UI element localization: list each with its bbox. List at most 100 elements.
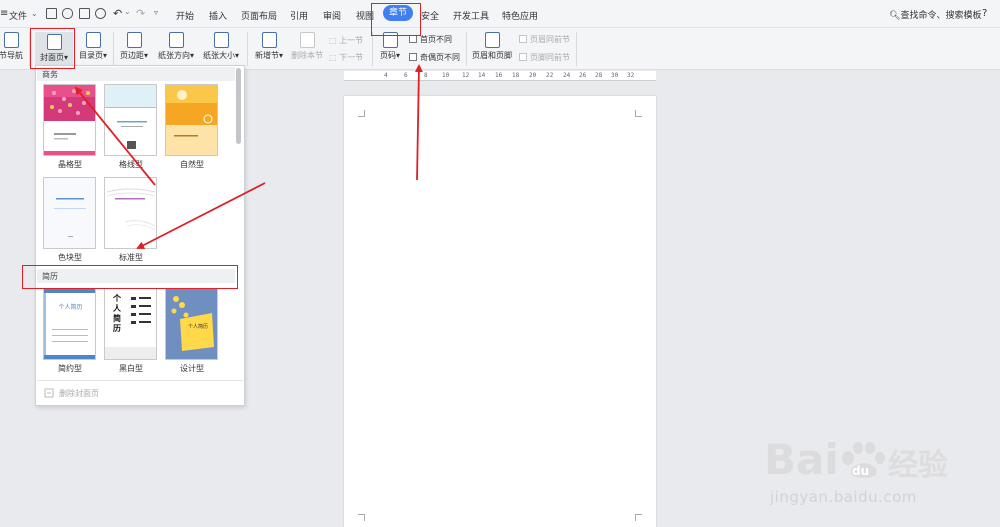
orientation-button[interactable]: 纸张方向▾ <box>155 32 197 61</box>
orientation-icon <box>168 32 184 48</box>
divider <box>466 32 467 66</box>
delete-section-label: 删除本节 <box>291 51 323 60</box>
chevron-down-icon[interactable]: ⌄ <box>124 7 131 16</box>
page-number-label: 页码 <box>379 51 396 60</box>
ruler-tick: 22 <box>546 72 554 79</box>
margins-button[interactable]: 页边距▾ <box>117 32 151 61</box>
tab-security[interactable]: 安全 <box>421 9 439 22</box>
svg-text:du: du <box>852 464 869 478</box>
delete-cover-page-button[interactable]: 删除封面页 <box>37 380 243 404</box>
watermark-url: jingyan.baidu.com <box>770 488 917 506</box>
new-section-button[interactable]: 新增节▾ <box>250 32 288 61</box>
cover-label-standard: 标准型 <box>119 253 143 262</box>
prev-section-label: 上一节 <box>339 36 364 45</box>
save-icon[interactable] <box>46 8 57 19</box>
tab-special-apps[interactable]: 特色应用 <box>502 9 538 22</box>
horizontal-ruler[interactable]: 4 6 8 10 12 14 16 18 20 22 24 26 28 30 3… <box>344 71 656 81</box>
cover-thumb-gridline[interactable] <box>104 84 157 156</box>
chevron-down-icon: ▾ <box>143 51 148 60</box>
ruler-tick: 20 <box>529 72 537 79</box>
help-icon[interactable]: ? <box>982 8 987 19</box>
odd-even-different-checkbox[interactable]: 奇偶页不同 <box>409 52 460 63</box>
annotation-box-section-tab <box>371 3 421 36</box>
chevron-down-icon[interactable]: ⌄ <box>31 9 38 18</box>
section-nav-label: 节导航 <box>0 51 23 60</box>
command-search[interactable]: 🔍︎查找命令、搜索模板 <box>889 8 981 21</box>
annotation-box-resume <box>22 265 238 289</box>
next-section-icon: ⬚ <box>329 53 340 62</box>
footer-same-prev-checkbox[interactable]: 页脚同前节 <box>519 52 570 63</box>
toc-page-button[interactable]: 目录页▾ <box>76 32 110 61</box>
prev-section-icon: ⬚ <box>329 36 340 45</box>
tab-developer[interactable]: 开发工具 <box>453 9 489 22</box>
cover-thumb-black-white-art <box>105 297 156 359</box>
cover-thumb-nature[interactable] <box>165 84 218 156</box>
divider <box>113 32 114 66</box>
prev-section-button[interactable]: ⬚ 上一节 <box>329 35 363 46</box>
cover-thumb-color-block-art <box>44 178 95 248</box>
menu-icon[interactable]: ≡ <box>0 8 8 19</box>
next-section-button[interactable]: ⬚ 下一节 <box>329 52 363 63</box>
header-same-prev-checkbox[interactable]: 页眉同前节 <box>519 34 570 45</box>
tab-home[interactable]: 开始 <box>176 9 194 22</box>
tab-references[interactable]: 引用 <box>290 9 308 22</box>
tab-insert[interactable]: 插入 <box>209 9 227 22</box>
checkbox-box <box>519 53 527 61</box>
cover-thumb-standard[interactable] <box>104 177 157 249</box>
section-nav-icon <box>3 32 19 48</box>
header-footer-label: 页眉和页脚 <box>472 51 512 60</box>
chevron-down-icon: ▾ <box>278 51 283 60</box>
print-preview-icon[interactable] <box>95 8 106 19</box>
paper-size-icon <box>213 32 229 48</box>
delete-cover-page-label: 删除封面页 <box>59 389 99 398</box>
section-nav-button[interactable]: 节导航 <box>0 32 28 61</box>
new-section-label: 新增节 <box>254 51 279 60</box>
first-page-different-label: 首页不同 <box>420 35 452 44</box>
customize-icon[interactable]: ▿ <box>154 8 158 17</box>
gallery-scrollbar[interactable] <box>236 68 241 390</box>
margin-corner-mark <box>635 110 642 117</box>
delete-section-button[interactable]: 删除本节 <box>289 32 325 61</box>
watermark-brand-cn: 经验 <box>888 448 948 483</box>
tab-page-layout[interactable]: 页面布局 <box>241 9 277 22</box>
ruler-tick: 4 <box>384 72 388 79</box>
cover-thumb-color-block[interactable] <box>43 177 96 249</box>
menu-file[interactable]: 文件 <box>9 9 27 22</box>
ruler-tick: 18 <box>512 72 520 79</box>
scrollbar-thumb[interactable] <box>236 68 241 144</box>
margin-corner-mark <box>635 514 642 521</box>
ruler-tick: 30 <box>611 72 619 79</box>
export-icon[interactable] <box>62 8 73 19</box>
tab-review[interactable]: 审阅 <box>323 9 341 22</box>
divider <box>576 32 577 66</box>
cover-thumb-lattice[interactable] <box>43 84 96 156</box>
cover-thumb-standard-art <box>105 178 156 248</box>
ruler-tick: 12 <box>462 72 470 79</box>
paper-size-label: 纸张大小 <box>202 51 235 60</box>
cover-thumb-simple-art <box>44 289 95 359</box>
paper-size-button[interactable]: 纸张大小▾ <box>200 32 242 61</box>
cover-thumb-gridline-art <box>105 85 156 149</box>
redo-icon[interactable]: ↷ <box>136 7 145 20</box>
checkbox-box <box>409 35 417 43</box>
cover-thumb-lattice-art <box>44 85 95 155</box>
cover-thumb-simple[interactable]: 个人简历 <box>43 288 96 360</box>
undo-icon[interactable]: ↶ <box>113 7 122 20</box>
margin-corner-mark <box>358 514 365 521</box>
page-number-button[interactable]: 页码▾ <box>376 32 404 61</box>
delete-section-icon <box>299 32 315 48</box>
ruler-tick: 14 <box>478 72 486 79</box>
cover-thumb-black-white[interactable]: 个 人 简 历 <box>104 288 157 360</box>
ruler-tick: 16 <box>495 72 503 79</box>
document-page[interactable] <box>344 96 656 527</box>
delete-cover-icon <box>44 388 54 398</box>
print-icon[interactable] <box>79 8 90 19</box>
cover-thumb-design[interactable]: 个人简历 <box>165 288 218 360</box>
new-section-icon <box>261 32 277 48</box>
toc-page-label: 目录页 <box>78 51 103 60</box>
ruler-tick: 28 <box>595 72 603 79</box>
gallery-section-header <box>37 67 235 81</box>
header-footer-button[interactable]: 页眉和页脚 <box>470 32 514 61</box>
toc-page-icon <box>85 32 101 48</box>
cover-label-design: 设计型 <box>180 364 204 373</box>
